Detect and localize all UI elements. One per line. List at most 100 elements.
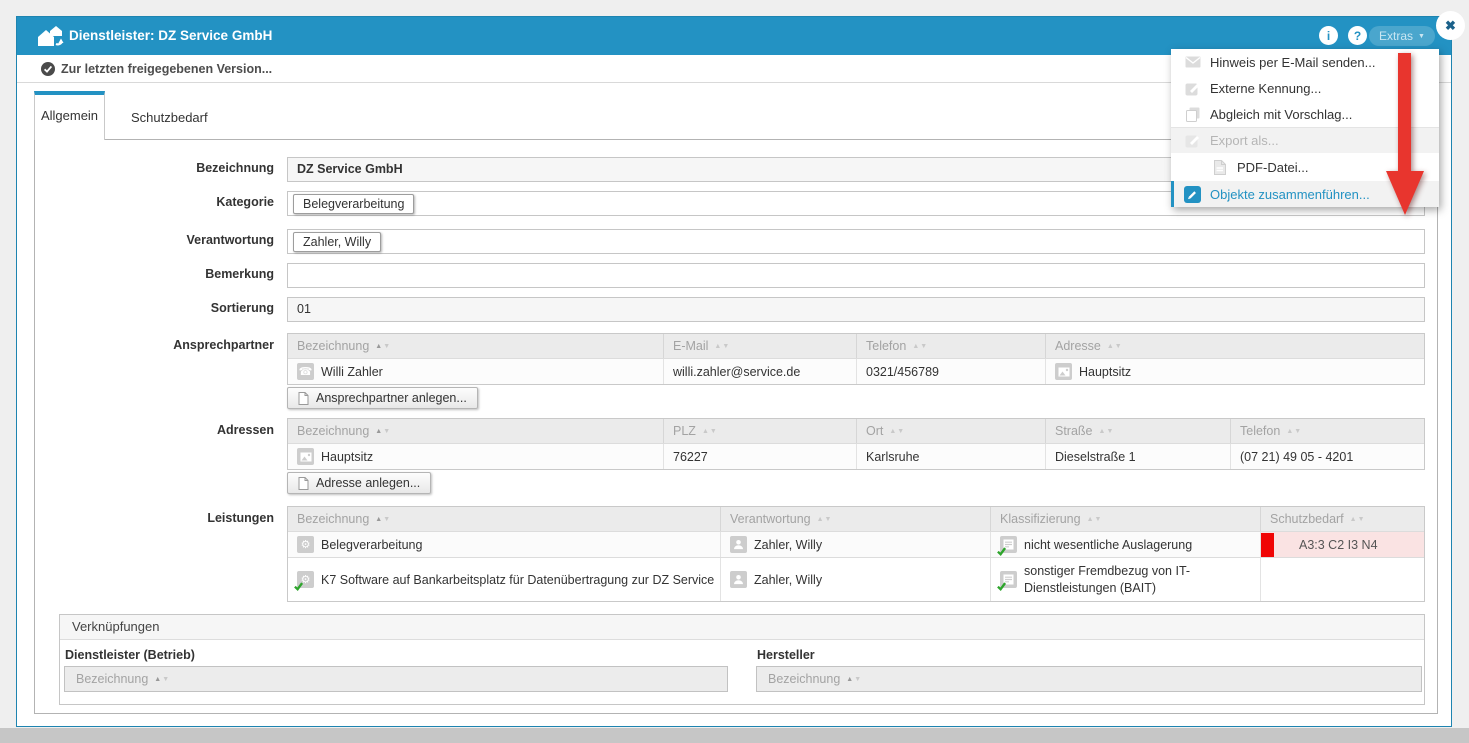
column-header[interactable]: Verantwortung xyxy=(721,507,991,531)
hersteller-empty-table[interactable]: Bezeichnung xyxy=(756,666,1422,692)
new-document-icon xyxy=(298,392,309,405)
column-header[interactable]: Bezeichnung xyxy=(288,334,664,358)
merge-edit-icon xyxy=(1184,186,1201,203)
contact-icon: ☎ xyxy=(297,363,314,380)
sort-icon xyxy=(1087,516,1103,523)
column-header[interactable]: Bezeichnung xyxy=(288,507,721,531)
leistungen-table: Bezeichnung Verantwortung Klassifizierun… xyxy=(287,506,1425,602)
column-header-label: Bezeichnung xyxy=(76,672,148,686)
column-header[interactable]: Ort xyxy=(857,419,1046,443)
column-header[interactable]: Telefon xyxy=(1231,419,1424,443)
verantwortung-field[interactable]: Zahler, Willy xyxy=(287,229,1425,254)
sort-icon xyxy=(154,676,170,683)
sort-icon xyxy=(714,343,730,350)
info-button[interactable]: i xyxy=(1319,26,1338,45)
menu-item-label: Export als... xyxy=(1210,133,1279,148)
table-row[interactable]: Hauptsitz 76227 Karlsruhe Dieselstraße 1… xyxy=(288,443,1424,469)
column-header[interactable]: Schutzbedarf xyxy=(1261,507,1424,531)
verantwortung-chip[interactable]: Zahler, Willy xyxy=(293,232,381,252)
sort-icon xyxy=(702,428,718,435)
leistungen-header-row: Bezeichnung Verantwortung Klassifizierun… xyxy=(288,507,1424,531)
tab-schutzbedarf[interactable]: Schutzbedarf xyxy=(119,91,220,139)
bemerkung-field[interactable] xyxy=(287,263,1425,288)
new-document-icon xyxy=(298,477,309,490)
column-header[interactable]: Straße xyxy=(1046,419,1231,443)
ansprechpartner-header-row: Bezeichnung E-Mail Telefon Adresse xyxy=(288,334,1424,358)
last-released-version-label: Zur letzten freigegebenen Version... xyxy=(61,62,272,76)
close-button[interactable]: ✖ xyxy=(1436,11,1465,40)
table-row[interactable]: ☎Willi Zahler willi.zahler@service.de 03… xyxy=(288,358,1424,384)
button-label: Adresse anlegen... xyxy=(316,476,420,490)
bezeichnung-label: Bezeichnung xyxy=(64,161,274,175)
sort-icon xyxy=(1350,516,1366,523)
export-icon xyxy=(1184,133,1201,148)
menu-item-label: Externe Kennung... xyxy=(1210,81,1321,96)
column-header[interactable]: Klassifizierung xyxy=(991,507,1261,531)
person-icon xyxy=(730,536,747,553)
red-arrow-head xyxy=(1386,171,1424,215)
adressen-table: Bezeichnung PLZ Ort Straße Telefon Haupt… xyxy=(287,418,1425,470)
column-header[interactable]: E-Mail xyxy=(664,334,857,358)
sort-icon xyxy=(817,516,833,523)
adressen-header-row: Bezeichnung PLZ Ort Straße Telefon xyxy=(288,419,1424,443)
sort-icon xyxy=(912,343,928,350)
column-header[interactable]: Telefon xyxy=(857,334,1046,358)
dienstleister-betrieb-empty-table[interactable]: Bezeichnung xyxy=(64,666,728,692)
kategorie-chip[interactable]: Belegverarbeitung xyxy=(293,194,414,214)
tab-panel-allgemein: Bezeichnung DZ Service GmbH Kategorie Be… xyxy=(34,139,1438,714)
check-circle-icon xyxy=(41,62,55,76)
button-label: Ansprechpartner anlegen... xyxy=(316,391,467,405)
sort-icon xyxy=(375,516,391,523)
pdf-file-icon xyxy=(1211,160,1228,175)
sort-icon xyxy=(889,428,905,435)
tab-allgemein[interactable]: Allgemein xyxy=(34,91,105,140)
red-arrow-shaft xyxy=(1398,53,1411,171)
ansprechpartner-label: Ansprechpartner xyxy=(64,338,274,352)
extras-button-label: Extras xyxy=(1379,29,1413,43)
envelope-icon xyxy=(1184,56,1201,68)
sort-icon xyxy=(846,676,862,683)
last-released-version-link[interactable]: Zur letzten freigegebenen Version... xyxy=(41,55,272,83)
schutzbedarf-cell: A3:3 C2 I3 N4 xyxy=(1261,532,1424,557)
sort-icon xyxy=(1107,343,1123,350)
verantwortung-label: Verantwortung xyxy=(64,233,274,247)
dienstleister-window: Dienstleister: DZ Service GmbH i ? Extra… xyxy=(16,16,1452,727)
column-header[interactable]: Bezeichnung xyxy=(288,419,664,443)
address-icon xyxy=(1055,363,1072,380)
verknuepfungen-title: Verknüpfungen xyxy=(60,615,1424,640)
table-row[interactable]: ⚙K7 Software auf Bankarbeitsplatz für Da… xyxy=(288,557,1424,601)
check-icon xyxy=(294,582,303,591)
check-icon xyxy=(997,547,1006,556)
verknuepfungen-section: Verknüpfungen Dienstleister (Betrieb) Be… xyxy=(59,614,1425,705)
menu-item-label: Abgleich mit Vorschlag... xyxy=(1210,107,1352,122)
help-button[interactable]: ? xyxy=(1348,26,1367,45)
sortierung-field: 01 xyxy=(287,297,1425,322)
adresse-anlegen-button[interactable]: Adresse anlegen... xyxy=(287,472,431,494)
service-gear-icon: ⚙ xyxy=(297,536,314,553)
column-header[interactable]: Adresse xyxy=(1046,334,1424,358)
sortierung-label: Sortierung xyxy=(64,301,274,315)
sort-icon xyxy=(1099,428,1115,435)
menu-item-label: Objekte zusammenführen... xyxy=(1210,187,1370,202)
chevron-down-icon: ▼ xyxy=(1418,33,1425,40)
hersteller-label: Hersteller xyxy=(757,648,815,662)
extras-button[interactable]: Extras ▼ xyxy=(1369,26,1435,46)
column-header-label: Bezeichnung xyxy=(768,672,840,686)
column-header[interactable]: PLZ xyxy=(664,419,857,443)
check-icon xyxy=(997,582,1006,591)
ansprechpartner-anlegen-button[interactable]: Ansprechpartner anlegen... xyxy=(287,387,478,409)
sort-icon xyxy=(375,428,391,435)
person-icon xyxy=(730,571,747,588)
address-icon xyxy=(297,448,314,465)
dienstleister-betrieb-label: Dienstleister (Betrieb) xyxy=(65,648,195,662)
adressen-label: Adressen xyxy=(64,423,274,437)
dienstleister-icon xyxy=(37,25,65,53)
menu-item-label: Hinweis per E-Mail senden... xyxy=(1210,55,1375,70)
schutzbedarf-red-indicator xyxy=(1261,533,1274,557)
table-row[interactable]: ⚙Belegverarbeitung Zahler, Willy nicht w… xyxy=(288,531,1424,557)
bemerkung-label: Bemerkung xyxy=(64,267,274,281)
window-title: Dienstleister: DZ Service GmbH xyxy=(69,17,272,55)
bottom-strip xyxy=(0,728,1469,743)
leistungen-label: Leistungen xyxy=(64,511,274,525)
service-gear-icon: ⚙ xyxy=(297,571,314,588)
